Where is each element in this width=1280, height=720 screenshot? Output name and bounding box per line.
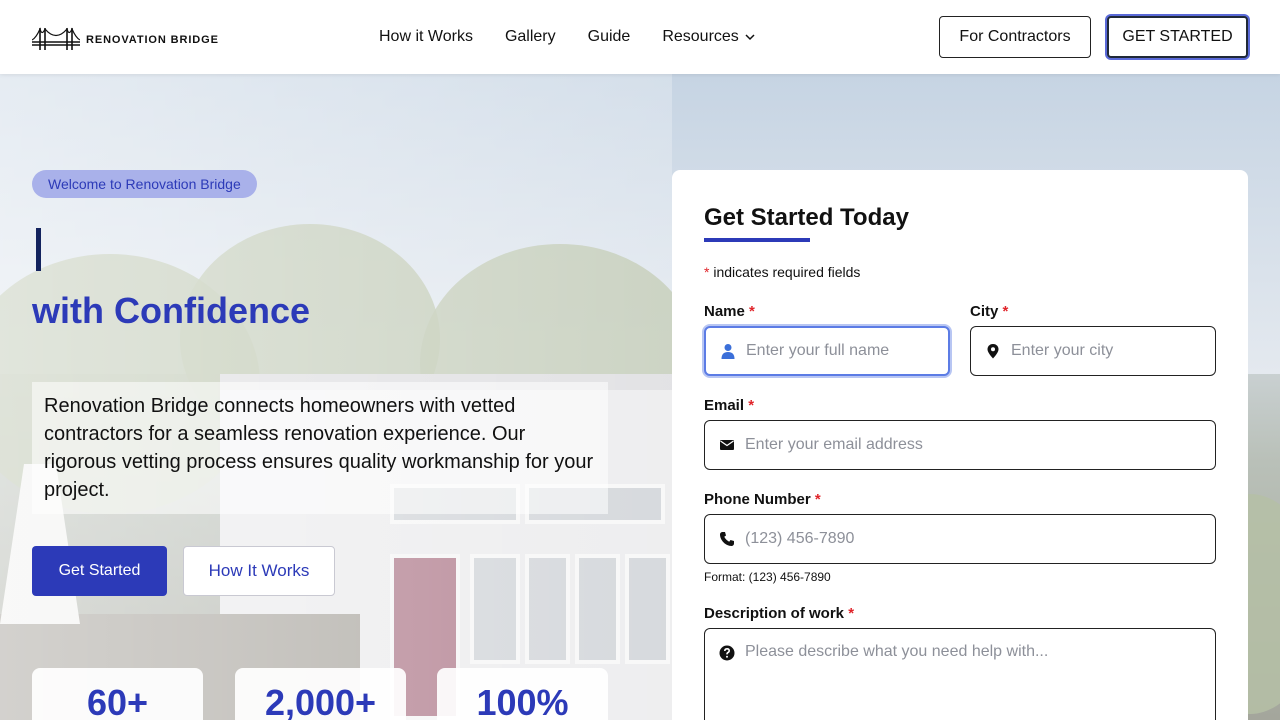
nav-gallery[interactable]: Gallery [505, 28, 556, 46]
city-label: City * [970, 303, 1008, 320]
question-circle-icon [719, 645, 735, 661]
get-started-button[interactable]: Get Started [32, 546, 167, 596]
email-label-text: Email [704, 397, 745, 414]
description-field[interactable] [704, 628, 1216, 720]
typing-cursor [36, 228, 41, 271]
required-note: * indicates required fields [704, 264, 860, 280]
phone-input[interactable] [745, 530, 1215, 548]
how-it-works-button[interactable]: How It Works [183, 546, 335, 596]
nav-how-it-works[interactable]: How it Works [379, 28, 473, 46]
hero-description: Renovation Bridge connects homeowners wi… [32, 382, 608, 514]
site-header: RENOVATION BRIDGE How it Works Gallery G… [0, 0, 1280, 74]
city-input[interactable] [1011, 342, 1215, 360]
nav-resources-label: Resources [662, 28, 739, 45]
stat-card: 100% [437, 668, 608, 720]
required-star: * [704, 264, 710, 280]
name-label: Name * [704, 303, 755, 320]
email-label: Email * [704, 397, 754, 414]
person-icon [721, 344, 735, 359]
hero-title: with Confidence [32, 290, 310, 331]
main-nav: How it Works Gallery Guide Resources [379, 28, 755, 46]
stat-value: 60+ [86, 682, 149, 720]
logo[interactable]: RENOVATION BRIDGE [32, 26, 219, 50]
stat-value: 100% [476, 682, 569, 720]
email-input[interactable] [745, 436, 1215, 454]
phone-field[interactable] [704, 514, 1216, 564]
envelope-icon [720, 440, 734, 450]
phone-label: Phone Number * [704, 491, 821, 508]
nav-guide[interactable]: Guide [588, 28, 631, 46]
description-label: Description of work * [704, 605, 854, 622]
city-label-text: City [970, 303, 999, 320]
name-input[interactable] [746, 342, 948, 360]
phone-label-text: Phone Number [704, 491, 811, 508]
stat-card: 60+ [32, 668, 203, 720]
required-star: * [749, 303, 755, 320]
chevron-down-icon [745, 34, 755, 41]
email-field[interactable] [704, 420, 1216, 470]
form-title: Get Started Today [704, 204, 909, 231]
bridge-logo-icon [32, 27, 80, 50]
required-star: * [814, 491, 821, 508]
required-star: * [1002, 303, 1009, 320]
logo-text: RENOVATION BRIDGE [86, 34, 219, 46]
required-note-text: indicates required fields [713, 264, 861, 280]
welcome-badge: Welcome to Renovation Bridge [32, 170, 257, 198]
name-label-text: Name [704, 303, 745, 320]
description-textarea[interactable] [745, 643, 1215, 720]
name-field[interactable] [704, 326, 950, 376]
stat-value: 2,000+ [264, 682, 377, 720]
location-pin-icon [987, 344, 999, 359]
get-started-nav-button[interactable]: GET STARTED [1107, 16, 1248, 58]
city-field[interactable] [970, 326, 1216, 376]
required-star: * [848, 605, 855, 622]
phone-icon [720, 532, 734, 546]
nav-resources[interactable]: Resources [662, 28, 755, 46]
for-contractors-button[interactable]: For Contractors [939, 16, 1091, 58]
required-star: * [748, 397, 755, 414]
description-label-text: Description of work [704, 605, 845, 622]
phone-format-hint: Format: (123) 456-7890 [704, 570, 831, 584]
get-started-form: Get Started Today * indicates required f… [672, 170, 1248, 720]
stat-card: 2,000+ [235, 668, 406, 720]
title-underline [704, 238, 810, 242]
